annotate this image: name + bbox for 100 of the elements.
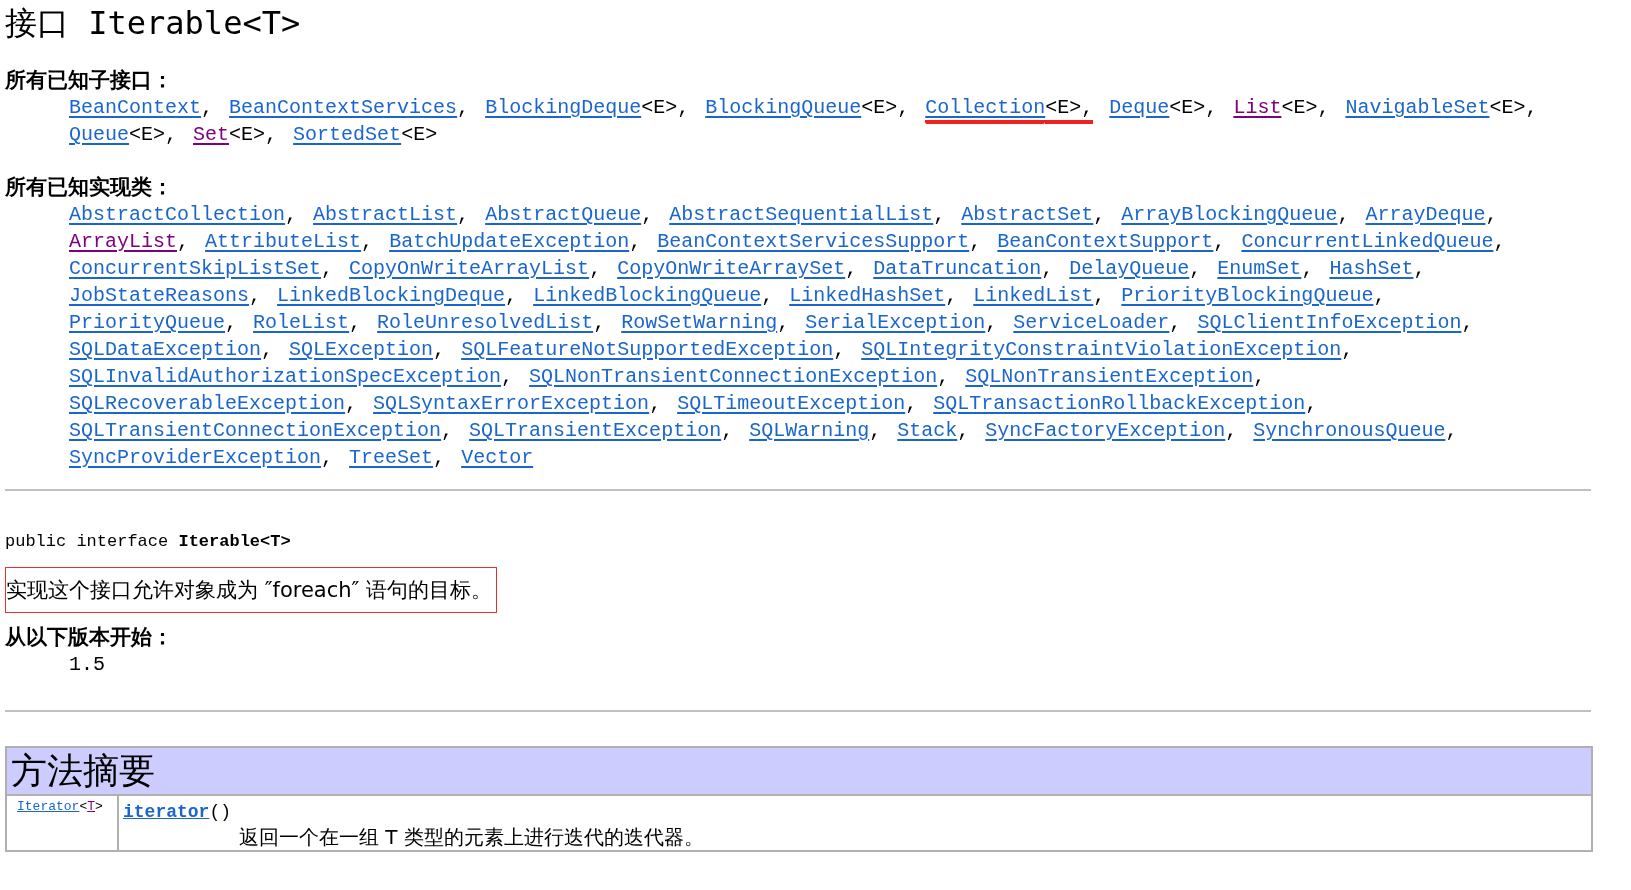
- class-link[interactable]: SQLWarning: [749, 419, 870, 442]
- type-suffix: ,: [1189, 257, 1202, 280]
- class-link[interactable]: SQLDataException: [69, 338, 262, 361]
- type-suffix: ,: [249, 284, 262, 307]
- type-suffix: ,: [457, 96, 470, 119]
- section-heading: 所有已知实现类：: [5, 173, 174, 201]
- type-suffix: ,: [761, 284, 774, 307]
- type-suffix: ,: [593, 311, 606, 334]
- class-link[interactable]: Vector: [461, 446, 534, 469]
- class-link[interactable]: SyncProviderException: [69, 446, 322, 469]
- page-title: 接口 Iterable<T>: [5, 3, 302, 44]
- type-suffix: ,: [1041, 257, 1054, 280]
- class-link[interactable]: BeanContextServicesSupport: [657, 230, 970, 253]
- class-link[interactable]: DelayQueue: [1069, 257, 1190, 280]
- class-link[interactable]: Queue: [69, 123, 129, 146]
- class-link[interactable]: LinkedList: [973, 284, 1094, 307]
- class-link[interactable]: RoleList: [253, 311, 350, 334]
- type-suffix: ,: [869, 419, 882, 442]
- class-link[interactable]: SynchronousQueue: [1253, 419, 1446, 442]
- type-suffix: ,: [1169, 311, 1182, 334]
- class-link[interactable]: AbstractQueue: [485, 203, 642, 226]
- class-link[interactable]: ConcurrentLinkedQueue: [1241, 230, 1494, 253]
- class-link[interactable]: AbstractSet: [961, 203, 1094, 226]
- type-suffix: ,: [361, 230, 374, 253]
- type-suffix: ,: [1413, 257, 1426, 280]
- type-param-link[interactable]: T: [87, 798, 96, 814]
- type-suffix: ,: [433, 446, 446, 469]
- class-link[interactable]: ArrayList: [69, 230, 178, 253]
- type-suffix: ,: [845, 257, 858, 280]
- type-suffix: <E>,: [229, 123, 278, 146]
- class-link[interactable]: SQLTransientException: [469, 419, 722, 442]
- class-link[interactable]: Deque: [1109, 96, 1170, 119]
- class-link[interactable]: SQLIntegrityConstraintViolationException: [861, 338, 1342, 361]
- type-link[interactable]: Iterator: [17, 798, 80, 814]
- class-link[interactable]: SQLException: [289, 338, 434, 361]
- type-suffix: ,: [1301, 257, 1314, 280]
- type-suffix: ,: [589, 257, 602, 280]
- type-suffix: ,: [177, 230, 190, 253]
- class-link[interactable]: SerialException: [805, 311, 986, 334]
- type-suffix: <E>,: [1045, 96, 1094, 124]
- class-link[interactable]: SQLRecoverableException: [69, 392, 346, 415]
- type-suffix: ,: [225, 311, 238, 334]
- type-suffix: ,: [321, 257, 334, 280]
- class-link[interactable]: ArrayBlockingQueue: [1121, 203, 1338, 226]
- class-link[interactable]: AttributeList: [205, 230, 362, 253]
- class-link[interactable]: BatchUpdateException: [389, 230, 630, 253]
- class-link[interactable]: JobStateReasons: [69, 284, 250, 307]
- class-link[interactable]: SQLInvalidAuthorizationSpecException: [69, 365, 502, 388]
- version-text: 1.5: [69, 652, 105, 676]
- type-suffix: <E>,: [1169, 96, 1218, 119]
- class-link[interactable]: LinkedHashSet: [789, 284, 946, 307]
- class-link[interactable]: BlockingDeque: [485, 96, 642, 119]
- type-suffix: ,: [969, 230, 982, 253]
- type-suffix: ,: [1445, 419, 1458, 442]
- class-link[interactable]: SQLFeatureNotSupportedException: [461, 338, 834, 361]
- class-link[interactable]: SQLNonTransientConnectionException: [529, 365, 938, 388]
- class-link[interactable]: BeanContextServices: [229, 96, 458, 119]
- class-link[interactable]: PriorityQueue: [69, 311, 226, 334]
- class-link[interactable]: RoleUnresolvedList: [377, 311, 594, 334]
- method-link[interactable]: iterator: [123, 801, 210, 822]
- class-link[interactable]: SortedSet: [293, 123, 402, 146]
- type-suffix: ,: [1461, 311, 1474, 334]
- class-link[interactable]: SyncFactoryException: [985, 419, 1226, 442]
- type-suffix: <E>,: [1281, 96, 1330, 119]
- class-link[interactable]: LinkedBlockingDeque: [277, 284, 506, 307]
- class-link[interactable]: SQLTimeoutException: [677, 392, 906, 415]
- class-link[interactable]: SQLClientInfoException: [1197, 311, 1462, 334]
- class-link[interactable]: CopyOnWriteArrayList: [349, 257, 590, 280]
- class-link[interactable]: BeanContextSupport: [997, 230, 1214, 253]
- class-link[interactable]: ArrayDeque: [1365, 203, 1486, 226]
- class-link[interactable]: PriorityBlockingQueue: [1121, 284, 1374, 307]
- class-link[interactable]: DataTruncation: [873, 257, 1042, 280]
- class-link[interactable]: Stack: [897, 419, 958, 442]
- class-link[interactable]: HashSet: [1329, 257, 1414, 280]
- type-suffix: ,: [505, 284, 518, 307]
- class-link[interactable]: RowSetWarning: [621, 311, 778, 334]
- type-suffix: ,: [1305, 392, 1318, 415]
- class-link[interactable]: Collection: [925, 96, 1046, 124]
- class-link[interactable]: ServiceLoader: [1013, 311, 1170, 334]
- class-link[interactable]: NavigableSet: [1345, 96, 1490, 119]
- class-link[interactable]: SQLNonTransientException: [965, 365, 1254, 388]
- class-link[interactable]: Set: [193, 123, 230, 146]
- class-link[interactable]: List: [1233, 96, 1282, 119]
- class-link[interactable]: CopyOnWriteArraySet: [617, 257, 846, 280]
- description-text: 实现这个接口允许对象成为 ″foreach″ 语句的目标。: [5, 566, 498, 613]
- class-link[interactable]: ConcurrentSkipListSet: [69, 257, 322, 280]
- type-suffix: <E>,: [641, 96, 690, 119]
- class-link[interactable]: AbstractCollection: [69, 203, 286, 226]
- class-link[interactable]: EnumSet: [1217, 257, 1302, 280]
- class-link[interactable]: AbstractList: [313, 203, 458, 226]
- class-link[interactable]: SQLTransactionRollbackException: [933, 392, 1306, 415]
- class-link[interactable]: AbstractSequentialList: [669, 203, 934, 226]
- class-link[interactable]: TreeSet: [349, 446, 434, 469]
- type-suffix: ,: [321, 446, 334, 469]
- type-suffix: ,: [1093, 203, 1106, 226]
- class-link[interactable]: SQLTransientConnectionException: [69, 419, 442, 442]
- class-link[interactable]: BeanContext: [69, 96, 202, 119]
- class-link[interactable]: BlockingQueue: [705, 96, 862, 119]
- class-link[interactable]: SQLSyntaxErrorException: [373, 392, 650, 415]
- class-link[interactable]: LinkedBlockingQueue: [533, 284, 762, 307]
